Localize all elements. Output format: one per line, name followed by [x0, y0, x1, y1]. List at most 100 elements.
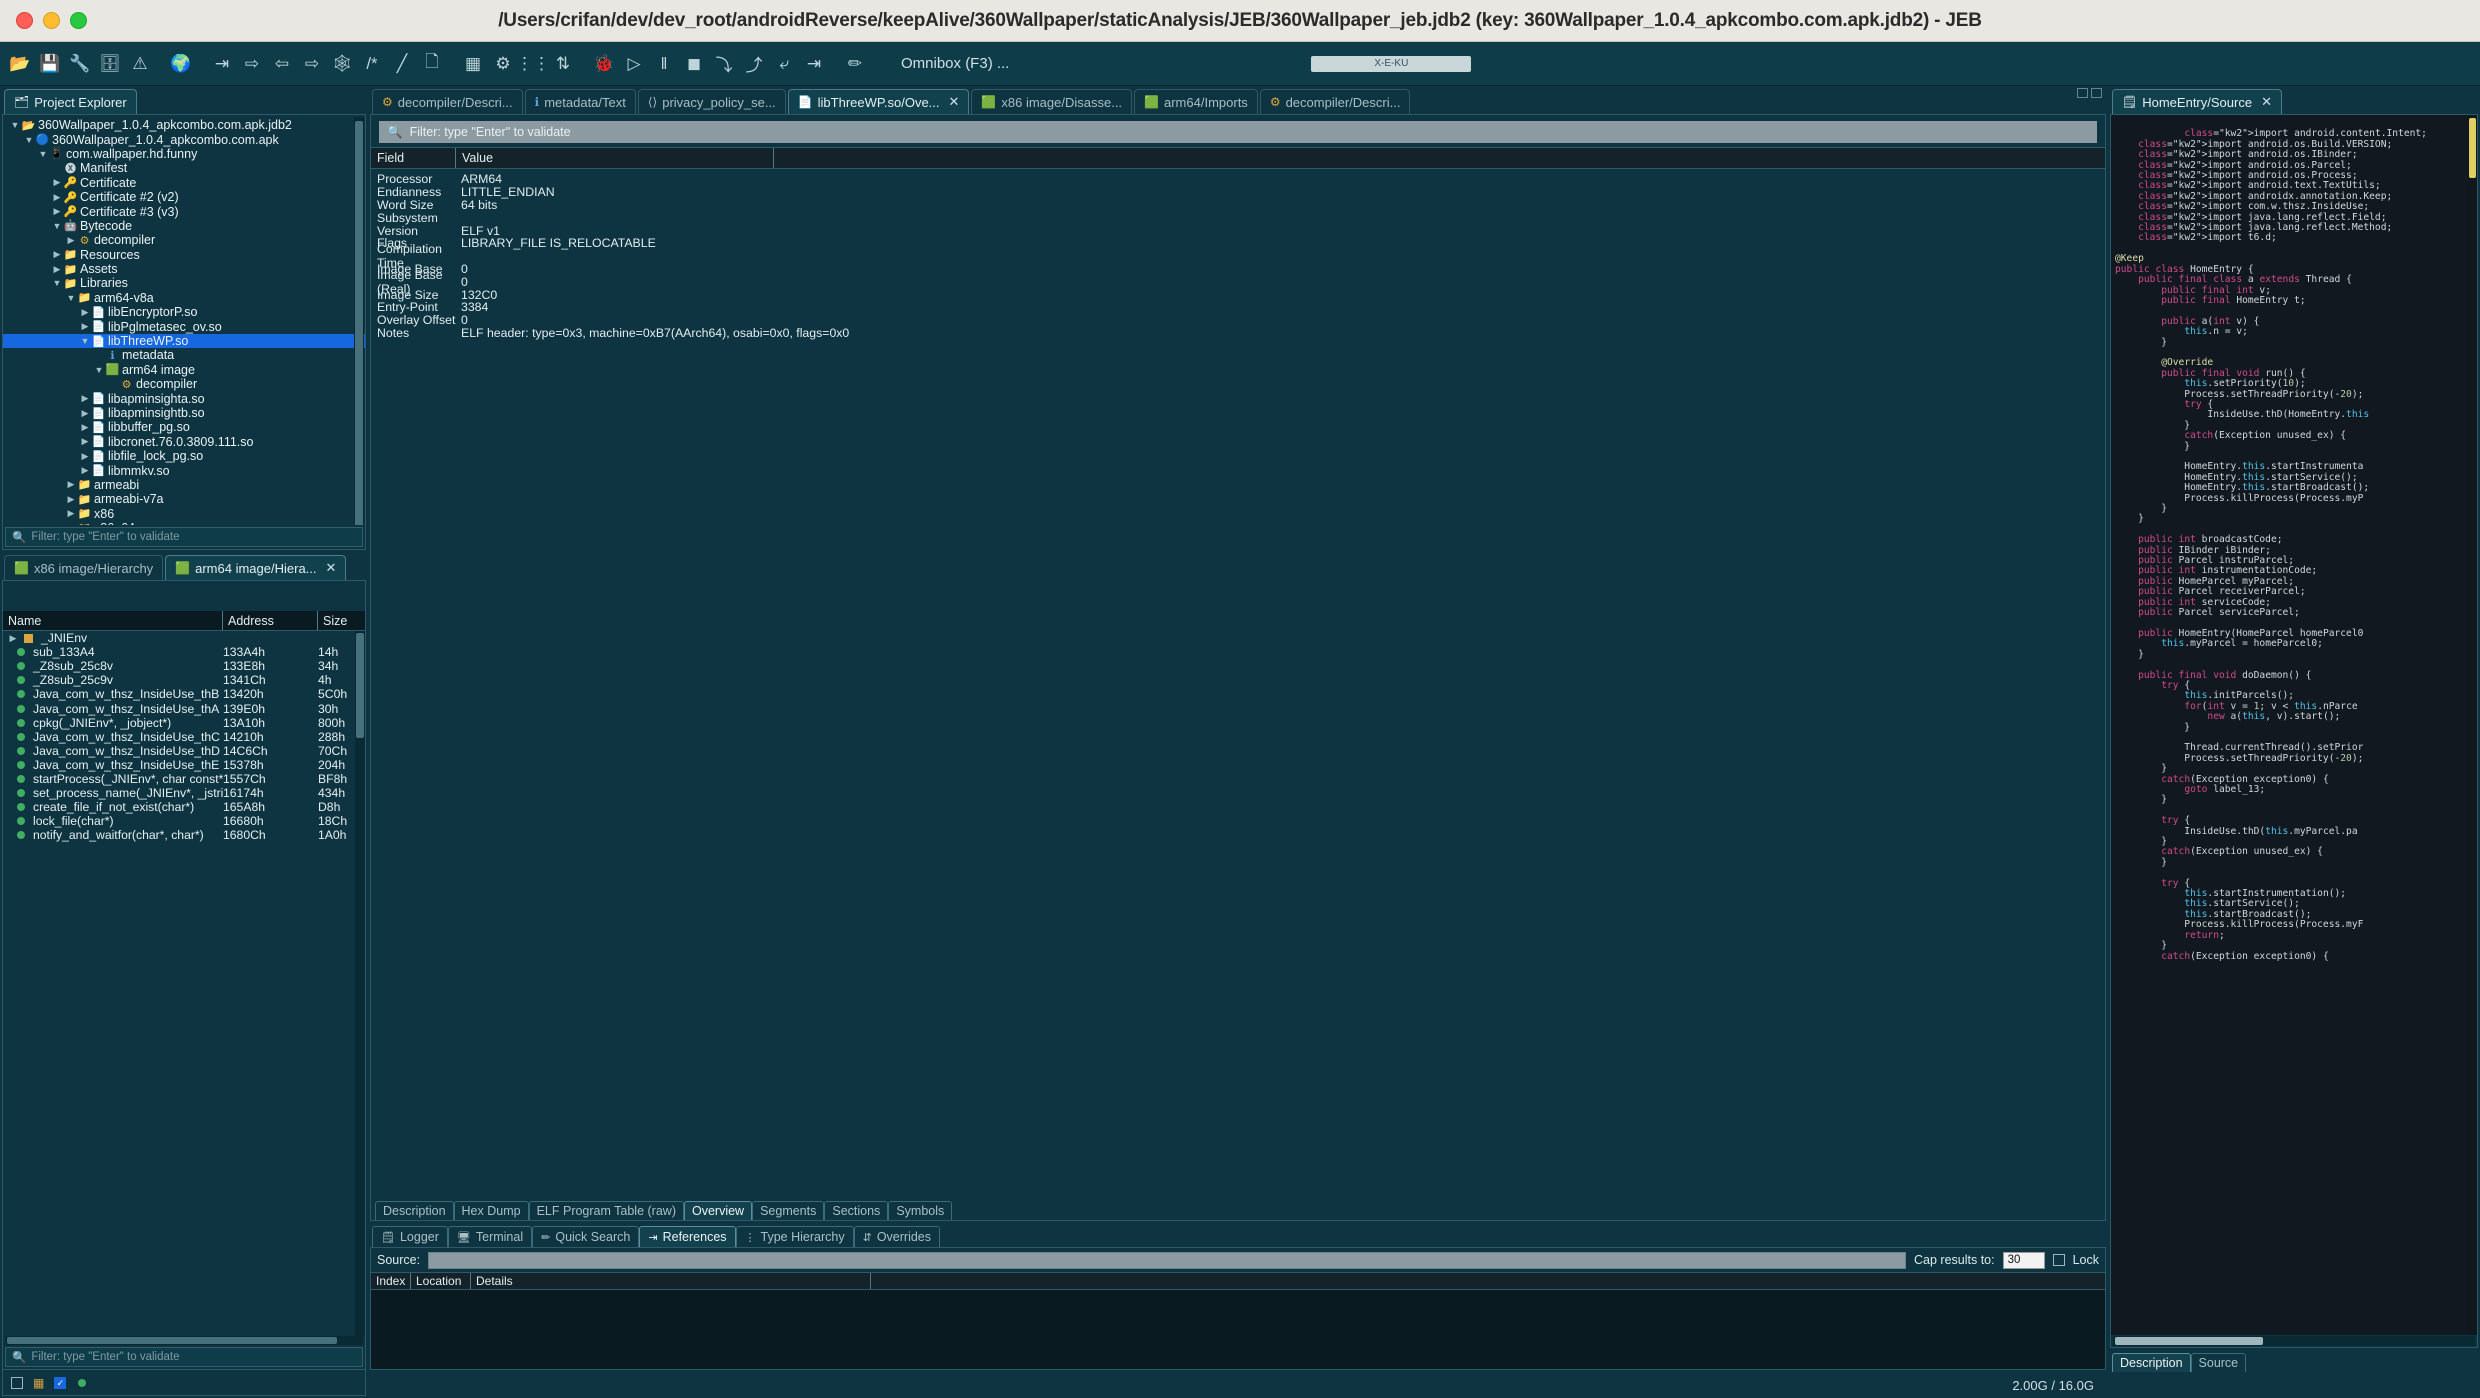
- source-input[interactable]: [428, 1251, 1906, 1269]
- lock-checkbox[interactable]: [2052, 1254, 2065, 1266]
- table-row[interactable]: Java_com_w_thsz_InsideUse_thC 14210h 288h: [3, 730, 365, 744]
- table-row[interactable]: Java_com_w_thsz_InsideUse_thE 15378h 204h: [3, 758, 365, 772]
- dock-tabstrip[interactable]: 🗒 Logger 🖥 Terminal ✏ Quick Search ⇥ References…: [368, 1223, 2108, 1247]
- print-icon[interactable]: 🗄: [96, 49, 124, 79]
- bottom-tab-sections[interactable]: Sections: [824, 1201, 889, 1220]
- tree-node[interactable]: ▼ 📁 Libraries: [3, 276, 365, 290]
- tree-node[interactable]: ▶ 📄 libfile_lock_pg.so: [3, 449, 365, 463]
- editor-bottom-tabs[interactable]: Description Hex Dump ELF Program Table (ra…: [371, 1198, 2105, 1220]
- open-folder-icon[interactable]: 📂: [6, 49, 34, 79]
- tree-node[interactable]: ⚙ decompiler: [3, 377, 365, 391]
- tab-homeentry-source[interactable]: 🗒 HomeEntry/Source ✕: [2112, 89, 2282, 114]
- chevron-down-icon[interactable]: ▼: [23, 135, 35, 145]
- tree-node[interactable]: ▼ 📂 360Wallpaper_1.0.4_apkcombo.com.apk.jd…: [3, 118, 365, 132]
- tree-node[interactable]: ▼ 🔵 360Wallpaper_1.0.4_apkcombo.com.apk: [3, 132, 365, 147]
- slash-icon[interactable]: ╱: [388, 49, 416, 79]
- table-row[interactable]: Processor ARM64: [371, 172, 2105, 186]
- table-row[interactable]: Entry-Point 3384: [371, 300, 2105, 314]
- tree-node[interactable]: ▶ 🔑 Certificate #3 (v3): [3, 204, 365, 219]
- bottom-tab-hex-dump[interactable]: Hex Dump: [453, 1201, 529, 1220]
- symbols-vscrollbar[interactable]: [355, 631, 365, 1336]
- chevron-right-icon[interactable]: ▶: [51, 206, 63, 217]
- source-tabstrip[interactable]: 🗒 HomeEntry/Source ✕: [2108, 86, 2480, 114]
- memory-usage[interactable]: 2.00G / 16.0G: [2012, 1378, 2094, 1393]
- chevron-right-icon[interactable]: ▶: [79, 393, 91, 404]
- table-row[interactable]: Subsystem: [371, 211, 2105, 225]
- save-icon[interactable]: 💾: [36, 49, 64, 79]
- editor-tab-4[interactable]: 🟩 x86 image/Disasse...: [971, 89, 1133, 114]
- table-row[interactable]: sub_133A4 133A4h 14h: [3, 645, 365, 659]
- tree-node[interactable]: ▶ 📄 libapminsighta.so: [3, 391, 365, 406]
- references-table-body[interactable]: [371, 1290, 2105, 1369]
- tree-node[interactable]: ▶ 📄 libbuffer_pg.so: [3, 420, 365, 434]
- chevron-down-icon[interactable]: ▼: [51, 278, 63, 288]
- symbols-rows[interactable]: ▶ _JNIEnv sub_133A4 133A4h 14h _Z8sub_25c8v 13…: [3, 631, 365, 842]
- hierarchy-tabstrip[interactable]: 🟩 x86 image/Hierarchy 🟩 arm64 image/Hier…: [0, 552, 368, 580]
- dock-tab-references[interactable]: ⇥ References: [639, 1226, 736, 1247]
- tree-node[interactable]: ▶ 📄 libPglmetasec_ov.so: [3, 319, 365, 334]
- table-row[interactable]: Endianness LITTLE_ENDIAN: [371, 185, 2105, 199]
- tab-project-explorer[interactable]: 🗂 Project Explorer: [4, 89, 137, 114]
- export-icon[interactable]: 🗋: [418, 49, 446, 79]
- goto-addr-icon[interactable]: ⇨: [238, 49, 266, 79]
- chevron-down-icon[interactable]: ▼: [93, 365, 105, 375]
- tree-node[interactable]: 🅧 Manifest: [3, 161, 365, 175]
- minimize-panel-button[interactable]: [2077, 88, 2088, 98]
- maximize-panel-button[interactable]: [2091, 88, 2102, 98]
- chevron-right-icon[interactable]: ▶: [51, 249, 63, 260]
- hierarchy-filter-bar[interactable]: 🔍 Filter: type "Enter" to validate: [5, 1347, 363, 1367]
- column-index[interactable]: Index: [371, 1273, 411, 1289]
- hierarchy-toolbar[interactable]: [3, 581, 365, 611]
- chevron-right-icon[interactable]: ▶: [65, 494, 77, 505]
- tree-node[interactable]: ▼ 🟩 arm64 image: [3, 363, 365, 377]
- dock-tab-overrides[interactable]: ⇵ Overrides: [853, 1226, 940, 1247]
- sort-icon[interactable]: ⇅: [549, 49, 577, 79]
- tree-node[interactable]: ▶ 📁 Assets: [3, 262, 365, 276]
- tree-node[interactable]: ▶ ⚙ decompiler: [3, 233, 365, 247]
- tab-x86-hierarchy[interactable]: 🟩 x86 image/Hierarchy: [4, 555, 164, 580]
- tree-node-selected[interactable]: ▼ 📄 libThreeWP.so: [3, 333, 365, 349]
- bottom-tab-description[interactable]: Description: [375, 1201, 454, 1220]
- tree-node[interactable]: ▶📁x86_64: [3, 521, 365, 525]
- warning-icon[interactable]: ⚠: [126, 49, 154, 79]
- bottom-tab-segments[interactable]: Segments: [752, 1201, 825, 1220]
- table-row[interactable]: Image Size 132C0: [371, 288, 2105, 302]
- table-row[interactable]: lock_file(char*) 16680h 18Ch: [3, 814, 365, 828]
- chevron-right-icon[interactable]: ▶: [79, 321, 91, 332]
- chevron-down-icon[interactable]: ▼: [37, 149, 49, 159]
- goto2-icon[interactable]: ⇥: [800, 49, 828, 79]
- overview-filter-bar[interactable]: 🔍 Filter: type "Enter" to validate: [379, 121, 2097, 143]
- editor-tab-0[interactable]: ⚙ decompiler/Descri...: [372, 89, 523, 114]
- project-filter-bar[interactable]: 🔍 Filter: type "Enter" to validate: [5, 527, 363, 547]
- tree-node[interactable]: ▼ 📱 com.wallpaper.hd.funny: [3, 147, 365, 161]
- column-location[interactable]: Location: [411, 1273, 471, 1289]
- show-all-checkbox[interactable]: [11, 1376, 23, 1389]
- chevron-right-icon[interactable]: ▶: [79, 422, 91, 433]
- table-row[interactable]: _Z8sub_25c9v 1341Ch 4h: [3, 673, 365, 687]
- table-row[interactable]: Java_com_w_thsz_InsideUse_thB 13420h 5C0h: [3, 687, 365, 701]
- source-bottom-tabs[interactable]: Description Source: [2108, 1350, 2480, 1372]
- editor-tab-2[interactable]: ⟨⟩ privacy_policy_se...: [637, 89, 786, 114]
- main-toolbar[interactable]: 📂 💾 🔧 🗄 ⚠ 🌍 ⇥ ⇨ ⇦ ⇨ 🕸 /* ╱ 🗋 ▦ ⚙ ⋮⋮ ⇅ 🐞 …: [0, 42, 2480, 86]
- table-row[interactable]: Version ELF v1: [371, 224, 2105, 238]
- editor-tab-1[interactable]: ℹ metadata/Text: [524, 89, 636, 114]
- bottom-tab-symbols[interactable]: Symbols: [888, 1201, 953, 1220]
- step-out-icon[interactable]: ⤶: [770, 49, 798, 79]
- bug-icon[interactable]: 🐞: [590, 49, 618, 79]
- chevron-down-icon[interactable]: ▼: [79, 336, 91, 346]
- dock-tab-type-hierarchy[interactable]: ⋮ Type Hierarchy: [735, 1226, 854, 1247]
- editor-window-buttons[interactable]: [2077, 88, 2102, 98]
- close-icon[interactable]: ✕: [2261, 94, 2272, 110]
- close-icon[interactable]: ✕: [949, 94, 960, 110]
- chevron-right-icon[interactable]: ▶: [79, 307, 91, 318]
- hierarchy-icon[interactable]: ⋮⋮: [516, 49, 550, 79]
- chevron-right-icon[interactable]: ▶: [65, 235, 77, 246]
- tree-node[interactable]: ▶ 📄 libmmkv.so: [3, 463, 365, 478]
- column-address[interactable]: Address: [223, 611, 318, 630]
- dock-tab-logger[interactable]: 🗒 Logger: [372, 1226, 448, 1247]
- omnibox-label[interactable]: Omnibox (F3) ...: [901, 55, 1009, 72]
- table-row[interactable]: Compilation Time: [371, 242, 2105, 270]
- table-row[interactable]: create_file_if_not_exist(char*) 165A8h D8h: [3, 800, 365, 814]
- graph-icon[interactable]: 🕸: [328, 49, 356, 79]
- table-row[interactable]: notify_and_waitfor(char*, char*) 1680Ch 1A…: [3, 828, 365, 842]
